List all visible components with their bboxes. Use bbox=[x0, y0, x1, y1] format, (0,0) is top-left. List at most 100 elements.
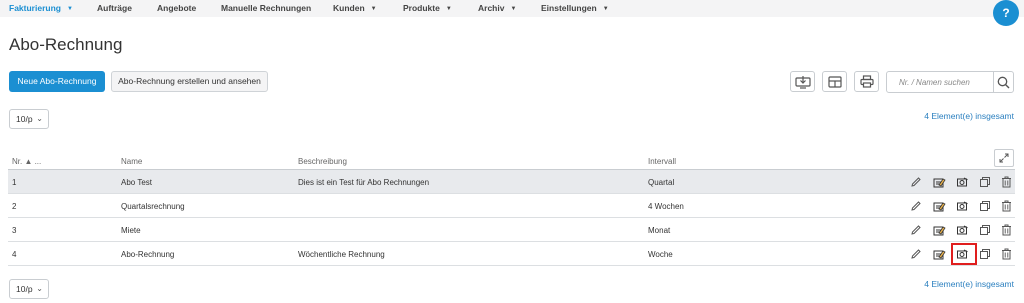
page-size-select-top[interactable]: 10/p ⌄ bbox=[9, 109, 49, 129]
cell-description: Wöchentliche Rechnung bbox=[298, 250, 385, 259]
create-and-view-button[interactable]: Abo-Rechnung erstellen und ansehen bbox=[111, 71, 268, 92]
search-button[interactable] bbox=[993, 72, 1013, 92]
chevron-down-icon: ⌄ bbox=[36, 284, 43, 293]
chevron-down-icon: ▼ bbox=[445, 6, 452, 12]
page-title: Abo-Rechnung bbox=[9, 35, 123, 54]
create-invoice-icon bbox=[933, 225, 946, 235]
table-header: Nr. ▲ ... Name Beschreibung Intervall bbox=[8, 149, 1015, 170]
create-invoice-icon bbox=[933, 201, 946, 211]
table-layout-icon bbox=[827, 75, 842, 88]
search-icon bbox=[997, 76, 1010, 88]
preview-button[interactable] bbox=[955, 174, 969, 190]
export-button[interactable] bbox=[790, 71, 815, 92]
help-button[interactable]: ? bbox=[993, 0, 1019, 26]
cell-name: Miete bbox=[121, 226, 141, 235]
chevron-down-icon: ▼ bbox=[370, 6, 377, 12]
nav-produkte-label: Produkte bbox=[403, 3, 440, 13]
nav-einstellungen[interactable]: Einstellungen ▼ bbox=[541, 3, 609, 13]
edit-pencil-icon bbox=[911, 177, 921, 187]
create-invoice-icon bbox=[933, 177, 946, 187]
edit-pencil-button[interactable] bbox=[909, 246, 923, 262]
preview-button[interactable] bbox=[955, 198, 969, 214]
table-row[interactable]: 4 Abo-Rechnung Wöchentliche Rechnung Woc… bbox=[8, 242, 1015, 266]
edit-pencil-icon bbox=[911, 249, 921, 259]
chevron-down-icon: ▼ bbox=[66, 6, 73, 12]
search-input[interactable] bbox=[887, 72, 993, 92]
abo-table: Nr. ▲ ... Name Beschreibung Intervall 1 … bbox=[8, 149, 1015, 266]
create-invoice-button[interactable] bbox=[932, 246, 946, 262]
cell-name: Abo Test bbox=[121, 178, 152, 187]
nav-manuelle-rechnungen[interactable]: Manuelle Rechnungen bbox=[221, 3, 311, 13]
total-count-top: 4 Element(e) insgesamt bbox=[924, 111, 1014, 121]
copy-button[interactable] bbox=[978, 198, 992, 214]
nav-angebote-label: Angebote bbox=[157, 3, 197, 13]
nav-auftraege-label: Aufträge bbox=[97, 3, 132, 13]
nav-fakturierung[interactable]: Fakturierung ▼ bbox=[9, 3, 73, 13]
print-icon bbox=[859, 75, 874, 88]
cell-interval: Monat bbox=[648, 226, 671, 235]
create-invoice-button[interactable] bbox=[932, 198, 946, 214]
delete-trash-icon bbox=[1001, 200, 1011, 212]
column-header-name[interactable]: Name bbox=[121, 157, 142, 166]
copy-button[interactable] bbox=[978, 222, 992, 238]
create-invoice-icon bbox=[933, 249, 946, 259]
monitor-download-icon bbox=[794, 75, 811, 89]
cell-name: Abo-Rechnung bbox=[121, 250, 175, 259]
nav-archiv[interactable]: Archiv ▼ bbox=[478, 3, 516, 13]
copy-button[interactable] bbox=[978, 174, 992, 190]
table-row[interactable]: 1 Abo Test Dies ist ein Test für Abo Rec… bbox=[8, 170, 1015, 194]
table-row[interactable]: 2 Quartalsrechnung 4 Wochen bbox=[8, 194, 1015, 218]
expand-button[interactable] bbox=[994, 149, 1014, 167]
nav-manuelle-rechnungen-label: Manuelle Rechnungen bbox=[221, 3, 312, 13]
nav-kunden-label: Kunden bbox=[333, 3, 365, 13]
copy-button[interactable] bbox=[978, 246, 992, 262]
delete-trash-icon bbox=[1001, 248, 1011, 260]
page-size-value: 10/p bbox=[16, 284, 33, 294]
delete-trash-button[interactable] bbox=[999, 222, 1013, 238]
create-invoice-button[interactable] bbox=[932, 174, 946, 190]
preview-icon bbox=[956, 201, 968, 211]
delete-trash-icon bbox=[1001, 176, 1011, 188]
cell-nr: 1 bbox=[12, 178, 17, 187]
column-header-nr[interactable]: Nr. ▲ ... bbox=[12, 157, 41, 166]
table-row[interactable]: 3 Miete Monat bbox=[8, 218, 1015, 242]
expand-icon bbox=[999, 153, 1009, 163]
copy-icon bbox=[980, 201, 990, 211]
cell-nr: 4 bbox=[12, 250, 17, 259]
nav-kunden[interactable]: Kunden ▼ bbox=[333, 3, 377, 13]
edit-pencil-button[interactable] bbox=[909, 174, 923, 190]
nav-fakturierung-label: Fakturierung bbox=[9, 3, 61, 13]
nav-archiv-label: Archiv bbox=[478, 3, 505, 13]
preview-icon bbox=[956, 225, 968, 235]
chevron-down-icon: ▼ bbox=[602, 6, 609, 12]
page-size-value: 10/p bbox=[16, 114, 33, 124]
chevron-down-icon: ⌄ bbox=[36, 114, 43, 123]
delete-trash-button[interactable] bbox=[999, 174, 1013, 190]
new-abo-rechnung-button[interactable]: Neue Abo-Rechnung bbox=[9, 71, 105, 92]
copy-icon bbox=[980, 225, 990, 235]
search-box bbox=[886, 71, 1014, 93]
nav-angebote[interactable]: Angebote bbox=[157, 3, 196, 13]
edit-pencil-icon bbox=[911, 201, 921, 211]
page-size-select-bottom[interactable]: 10/p ⌄ bbox=[9, 279, 49, 299]
copy-icon bbox=[980, 177, 990, 187]
copy-icon bbox=[980, 249, 990, 259]
column-header-description[interactable]: Beschreibung bbox=[298, 157, 347, 166]
preview-button[interactable] bbox=[955, 222, 969, 238]
highlight-box bbox=[951, 243, 977, 265]
cell-nr: 2 bbox=[12, 202, 17, 211]
edit-pencil-button[interactable] bbox=[909, 198, 923, 214]
cell-interval: 4 Wochen bbox=[648, 202, 684, 211]
cell-interval: Quartal bbox=[648, 178, 675, 187]
edit-pencil-button[interactable] bbox=[909, 222, 923, 238]
nav-auftraege[interactable]: Aufträge bbox=[97, 3, 132, 13]
delete-trash-button[interactable] bbox=[999, 246, 1013, 262]
create-invoice-button[interactable] bbox=[932, 222, 946, 238]
table-layout-button[interactable] bbox=[822, 71, 847, 92]
print-button[interactable] bbox=[854, 71, 879, 92]
preview-icon bbox=[956, 177, 968, 187]
column-header-interval[interactable]: Intervall bbox=[648, 157, 676, 166]
cell-name: Quartalsrechnung bbox=[121, 202, 185, 211]
nav-produkte[interactable]: Produkte ▼ bbox=[403, 3, 452, 13]
delete-trash-button[interactable] bbox=[999, 198, 1013, 214]
